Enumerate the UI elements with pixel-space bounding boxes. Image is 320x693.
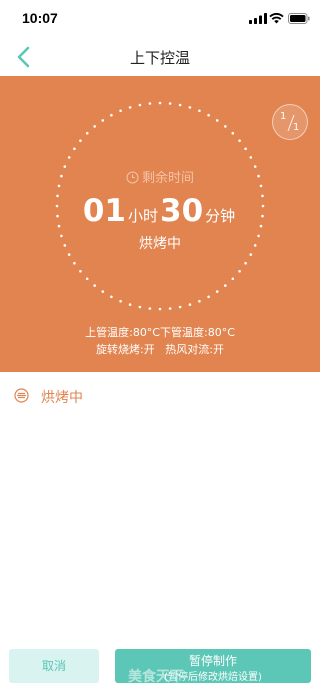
ring-dot bbox=[110, 295, 113, 299]
ring-dot bbox=[85, 131, 89, 135]
ring-dot bbox=[224, 284, 227, 287]
ring-dot bbox=[158, 101, 162, 105]
wifi-icon bbox=[269, 13, 284, 24]
cancel-button[interactable]: 取消 bbox=[9, 649, 99, 683]
page-title: 上下控温 bbox=[129, 49, 190, 67]
page-total: 1 bbox=[293, 122, 300, 133]
heating-stage-icon bbox=[14, 388, 29, 403]
ring-dot bbox=[231, 277, 235, 281]
stage-label: 烘烤中 bbox=[41, 390, 83, 406]
ring-dot bbox=[198, 299, 201, 303]
ring-dot bbox=[119, 299, 122, 303]
remaining-time-label: 剩余时间 bbox=[0, 167, 320, 186]
ring-dot bbox=[158, 307, 162, 311]
ring-dot bbox=[119, 109, 122, 113]
baking-state: 烘烤中 bbox=[139, 236, 181, 252]
ring-dot bbox=[238, 270, 241, 273]
slash-divider-icon bbox=[287, 114, 295, 132]
ring-dot bbox=[188, 303, 192, 306]
ring-dot bbox=[231, 131, 235, 135]
ring-dot bbox=[79, 139, 82, 142]
ring-dot bbox=[73, 147, 76, 151]
timer-hours: 01 bbox=[82, 193, 126, 229]
ring-dot bbox=[101, 119, 105, 122]
ring-dot bbox=[207, 295, 210, 299]
clock-icon bbox=[126, 171, 139, 184]
ring-dot bbox=[73, 261, 76, 265]
ring-dot bbox=[110, 113, 113, 117]
ring-dot bbox=[224, 125, 227, 128]
status-time: 10:07 bbox=[22, 10, 58, 26]
ring-dot bbox=[79, 270, 82, 273]
cellular-signal-icon bbox=[249, 13, 267, 24]
ring-dot bbox=[249, 253, 253, 256]
ring-dot bbox=[93, 125, 96, 128]
ring-dot bbox=[244, 147, 247, 151]
ring-dot bbox=[207, 113, 210, 117]
status-bar: 10:07 bbox=[0, 0, 320, 38]
ring-dot bbox=[168, 307, 172, 310]
countdown-timer: 01 小时30 分钟 bbox=[0, 193, 320, 229]
ring-dot bbox=[85, 277, 89, 281]
ring-dot bbox=[215, 119, 219, 122]
temperature-info: 上管温度:80°C下管温度:80°C bbox=[85, 326, 235, 339]
ring-dot bbox=[128, 303, 132, 306]
page-indicator[interactable]: 1 1 bbox=[272, 104, 308, 140]
ring-dot bbox=[67, 253, 71, 256]
ring-dot bbox=[93, 284, 96, 287]
ring-dot bbox=[188, 106, 192, 109]
ring-dot bbox=[178, 103, 182, 107]
ring-dot bbox=[215, 290, 219, 293]
ring-dot bbox=[198, 109, 201, 113]
timer-minutes-unit: 分钟 bbox=[205, 207, 236, 225]
ring-dot bbox=[238, 139, 241, 142]
nav-bar: 上下控温 bbox=[0, 38, 320, 76]
timer-hours-unit: 小时 bbox=[127, 207, 158, 225]
timer-minutes: 30 bbox=[160, 193, 204, 229]
ring-dot bbox=[128, 106, 132, 109]
ring-dot bbox=[249, 156, 253, 159]
mode-info: 旋转烧烤:开 热风对流:开 bbox=[96, 343, 224, 356]
remaining-label-text: 剩余时间 bbox=[141, 171, 194, 186]
ring-dot bbox=[178, 305, 182, 309]
battery-icon bbox=[288, 13, 310, 24]
ring-dot bbox=[138, 305, 142, 309]
ring-dot bbox=[244, 261, 247, 265]
ring-dot bbox=[148, 102, 152, 105]
ring-dot bbox=[138, 103, 142, 107]
ring-dot bbox=[67, 156, 71, 159]
ring-dot bbox=[168, 102, 172, 105]
watermark-text: 美食天下 bbox=[128, 669, 184, 685]
ring-dot bbox=[148, 307, 152, 310]
ring-dot bbox=[101, 290, 105, 293]
